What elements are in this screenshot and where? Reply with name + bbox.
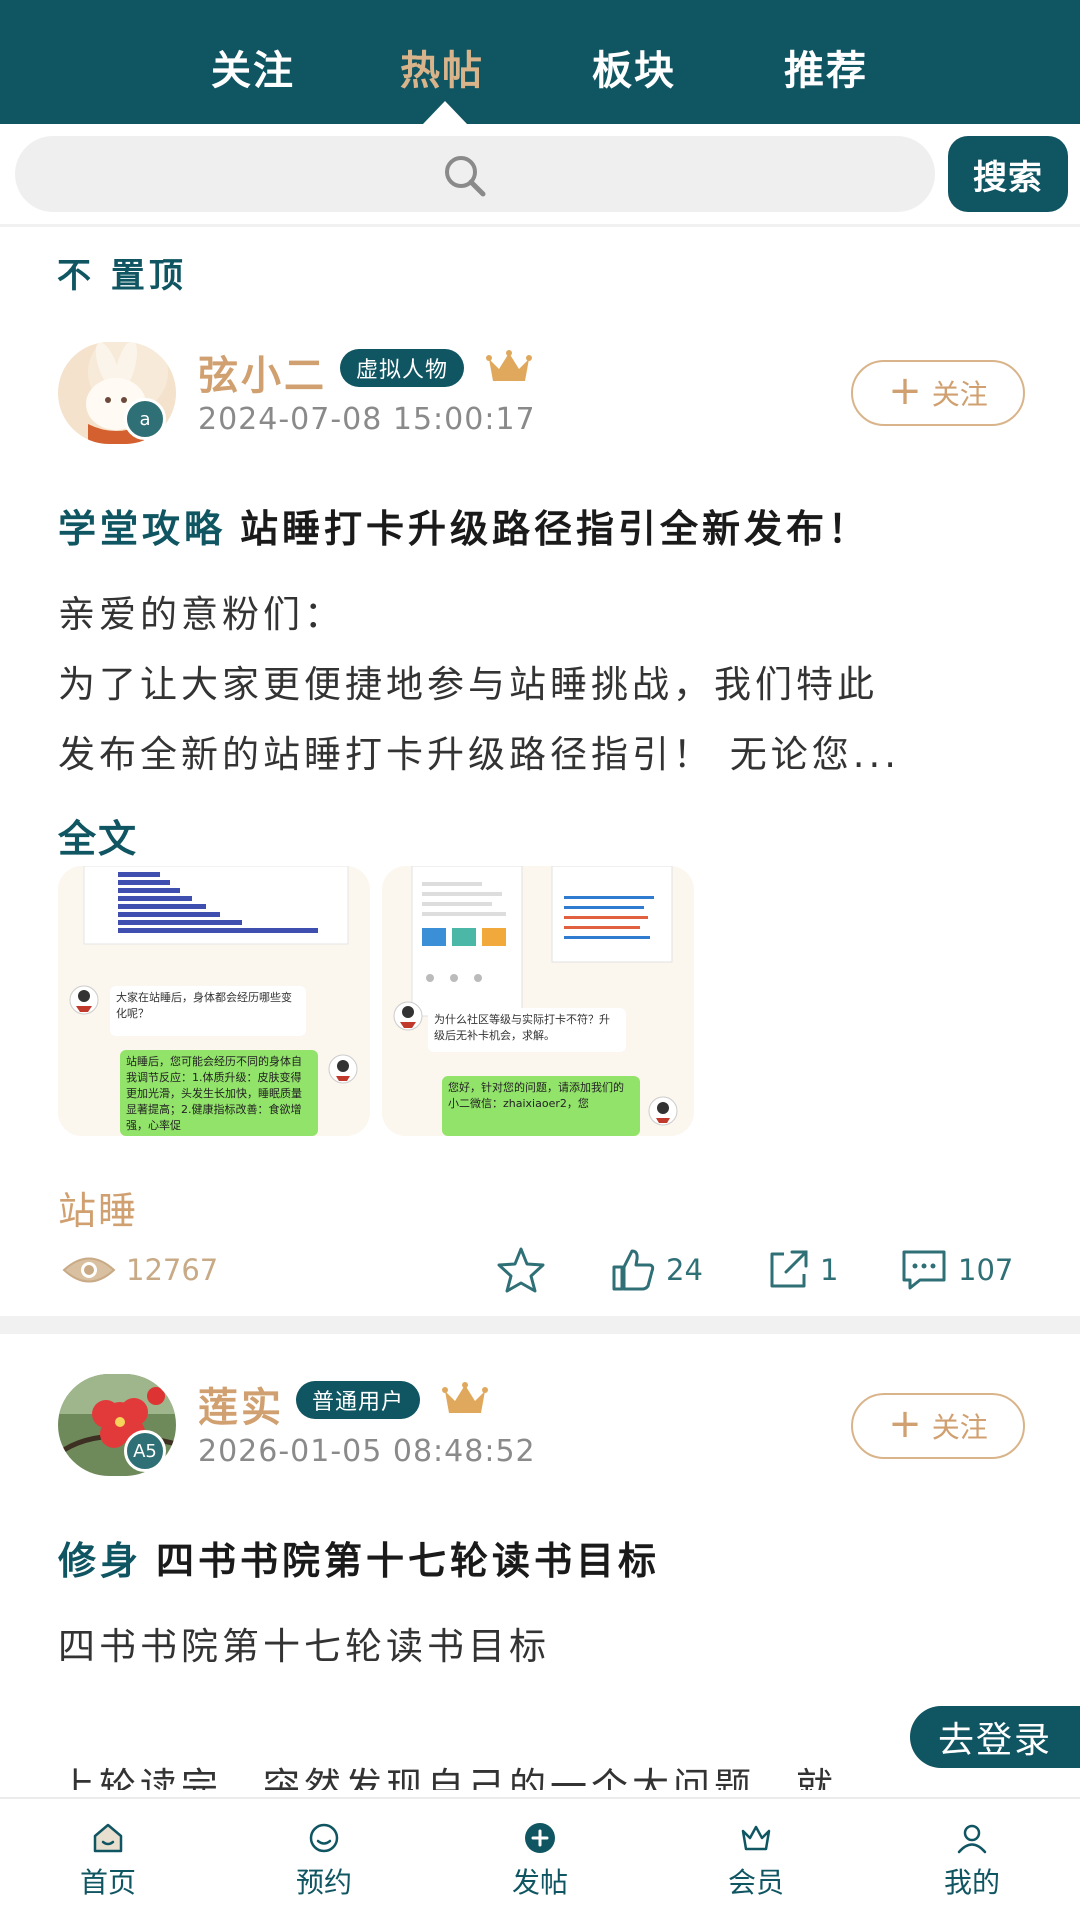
share-icon	[770, 1250, 808, 1288]
post-body[interactable]: 四书书院第十七轮读书目标 上轮读完，突然发现自己的一个大问题，就	[58, 1612, 1018, 1790]
post-tag[interactable]: 站睡	[58, 1180, 138, 1235]
nav-membership[interactable]: 会员	[656, 1799, 856, 1920]
tab-boards[interactable]: 板块	[592, 38, 676, 96]
post-separator	[0, 1316, 1080, 1334]
post-body-line	[58, 1682, 1018, 1752]
chat-answer: 您好，针对您的问题，请添加我们的小二微信：zhaixiaoer2，您	[442, 1076, 640, 1136]
comment-button[interactable]: 107	[900, 1240, 1013, 1300]
share-button[interactable]: 1	[766, 1240, 838, 1300]
like-count: 24	[666, 1253, 703, 1287]
chat-answer: 站睡后，您可能会经历不同的身体自我调节反应：1.体质升级：皮肤变得更加光滑，头发…	[120, 1050, 318, 1136]
nav-label: 发帖	[511, 1865, 568, 1899]
nav-appointment[interactable]: 预约	[224, 1799, 424, 1920]
eye-icon	[62, 1257, 116, 1283]
login-button[interactable]: 去登录	[910, 1706, 1080, 1768]
like-button[interactable]: 24	[610, 1240, 703, 1300]
post-title[interactable]: 学堂攻略 站睡打卡升级路径指引全新发布！	[58, 498, 870, 553]
author-name[interactable]: 莲实	[198, 1375, 284, 1433]
nav-label: 我的	[943, 1865, 1000, 1899]
post-image[interactable]: 大家在站睡后，身体都会经历哪些变化呢？ 站睡后，您可能会经历不同的身体自我调节反…	[58, 866, 370, 1136]
favorite-button[interactable]	[496, 1240, 546, 1300]
post-title-text: 四书书院第十七轮读书目标	[156, 1539, 661, 1583]
search-bar: 搜索	[0, 124, 1080, 224]
appointment-icon	[309, 1823, 339, 1852]
nav-label: 预约	[295, 1865, 352, 1899]
post-body-line: 亲爱的意粉们：	[58, 593, 345, 636]
plus-icon: +	[888, 1401, 922, 1447]
post-image[interactable]: 为什么社区等级与实际打卡不符？升级后无补卡机会，求解。 您好，针对您的问题，请添…	[382, 866, 694, 1136]
crown-icon	[442, 1382, 488, 1413]
tab-recommended[interactable]: 推荐	[784, 38, 868, 96]
active-tab-indicator	[423, 101, 467, 124]
view-count: 12767	[62, 1240, 218, 1300]
post-time: 2026-01-05 08:48:52	[198, 1434, 536, 1469]
role-badge: 虚拟人物	[340, 349, 465, 387]
crown-icon	[741, 1825, 771, 1850]
search-icon	[445, 156, 486, 197]
chat-question: 大家在站睡后，身体都会经历哪些变化呢？	[110, 986, 306, 1036]
post-title-text: 站睡打卡升级路径指引全新发布！	[240, 507, 871, 551]
comment-count: 107	[958, 1253, 1014, 1287]
nav-label: 会员	[727, 1865, 784, 1899]
tab-following[interactable]: 关注	[211, 38, 295, 96]
user-level-badge: a	[124, 398, 166, 440]
full-text-link[interactable]: 全文	[58, 808, 138, 863]
post-plus-icon	[525, 1822, 555, 1853]
nav-profile[interactable]: 我的	[872, 1799, 1072, 1920]
star-icon	[497, 1247, 545, 1293]
follow-label: 关注	[931, 1411, 988, 1444]
chat-avatar-icon	[328, 1054, 358, 1084]
post-category[interactable]: 学堂攻略	[58, 507, 226, 551]
home-icon	[93, 1823, 123, 1852]
crown-icon	[486, 350, 532, 381]
user-level-badge: A5	[124, 1430, 166, 1472]
author-name[interactable]: 弦小二	[198, 343, 327, 401]
plus-icon: +	[888, 368, 922, 414]
chat-question: 为什么社区等级与实际打卡不符？升级后无补卡机会，求解。	[428, 1008, 626, 1052]
nav-home[interactable]: 首页	[8, 1799, 208, 1920]
follow-button[interactable]: + 关注	[851, 360, 1025, 426]
chat-avatar-icon	[648, 1096, 678, 1126]
top-tab-bar: 关注 热帖 板块 推荐	[0, 0, 1080, 124]
share-count: 1	[820, 1253, 839, 1287]
post-title[interactable]: 修身 四书书院第十七轮读书目标	[58, 1530, 660, 1585]
nav-label: 首页	[79, 1865, 136, 1899]
follow-label: 关注	[931, 378, 988, 411]
post-body-line: 上轮读完，突然发现自己的一个大问题，就	[58, 1765, 837, 1790]
post-body[interactable]: 亲爱的意粉们： 为了让大家更便捷地参与站睡挑战，我们特此 发布全新的站睡打卡升级…	[58, 580, 1018, 790]
post-body-line: 四书书院第十七轮读书目标	[58, 1625, 550, 1668]
post-category[interactable]: 修身	[58, 1539, 142, 1583]
post-time: 2024-07-08 15:00:17	[198, 402, 536, 437]
role-badge: 普通用户	[296, 1381, 421, 1419]
divider	[0, 224, 1080, 227]
search-button[interactable]: 搜索	[948, 136, 1068, 212]
post-stats: 12767 24 1 107	[0, 1240, 1080, 1300]
post-body-line: 发布全新的站睡打卡升级路径指引！ 无论您...	[58, 733, 901, 776]
post-body-line: 为了让大家更便捷地参与站睡挑战，我们特此	[58, 663, 878, 706]
pin-filter-toggle[interactable]: 不 置顶	[57, 248, 187, 297]
thumbs-up-icon	[612, 1249, 655, 1291]
follow-button[interactable]: + 关注	[851, 1393, 1025, 1459]
view-count-value: 12767	[126, 1253, 219, 1287]
bottom-nav: 首页 预约 发帖 会员 我的	[0, 1797, 1080, 1920]
comment-icon	[902, 1250, 946, 1290]
nav-new-post[interactable]: 发帖	[440, 1799, 640, 1920]
profile-icon	[957, 1824, 987, 1853]
tab-hot-posts[interactable]: 热帖	[400, 38, 484, 96]
